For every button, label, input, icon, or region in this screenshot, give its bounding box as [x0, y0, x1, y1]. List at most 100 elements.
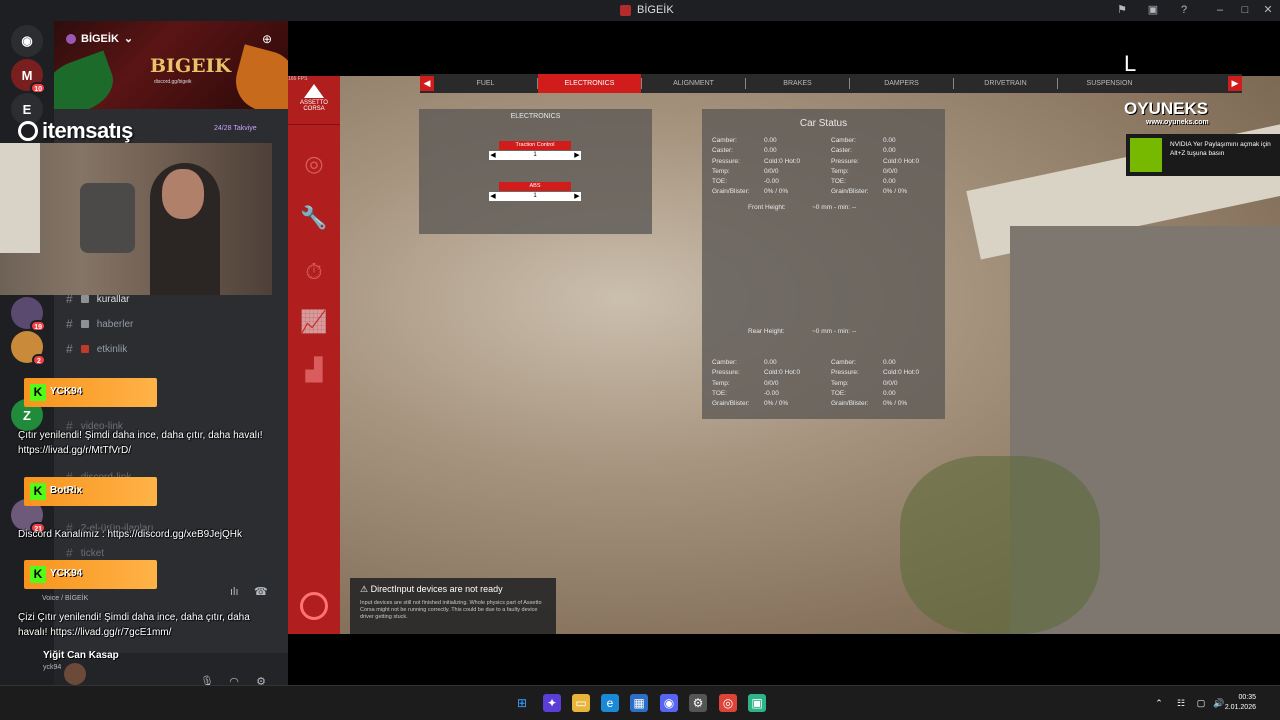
edge-icon[interactable]: e: [601, 694, 619, 712]
tyre-stat-value: -0.00: [764, 389, 779, 397]
channel-emoji-icon: [80, 345, 89, 353]
tyre-stat-label: Camber:: [712, 359, 737, 366]
tyre-stat-value: 0.00: [883, 178, 896, 186]
tab-alignment[interactable]: ALIGNMENT: [642, 74, 745, 93]
increase-arrow-icon[interactable]: ▶: [573, 151, 581, 160]
network-icon[interactable]: ☷: [1172, 694, 1190, 712]
avatar[interactable]: [64, 663, 86, 685]
tyre-stat-value: 0.00: [764, 137, 777, 144]
channel-etkinlik[interactable]: # etkinlik: [66, 341, 127, 357]
help-icon[interactable]: ?: [1176, 3, 1192, 18]
tyre-stat-row: Temp: 0/0/0: [712, 167, 800, 177]
tyre-stat-row: Pressure: Cold:0 Hot:0: [831, 157, 919, 167]
abs-value[interactable]: 1: [497, 192, 573, 201]
tyre-stat-value: Cold:0 Hot:0: [764, 157, 801, 165]
tab-brakes[interactable]: BRAKES: [746, 74, 849, 93]
tyre-stat-row: Grain/Blister: 0% / 0%: [712, 399, 800, 409]
minimize-icon[interactable]: –: [1212, 3, 1228, 18]
display-icon[interactable]: ▢: [1192, 694, 1210, 712]
chat-message: Çıtır yenilendi! Şimdi daha ince, daha ç…: [18, 430, 263, 456]
traction-control-value[interactable]: 1: [497, 151, 573, 160]
server-avatar-icon[interactable]: 19: [11, 297, 46, 332]
podium-icon[interactable]: ▟: [294, 350, 334, 390]
discord-icon[interactable]: ◉: [11, 25, 43, 57]
inbox-icon[interactable]: ▣: [1145, 3, 1161, 18]
folder-icon[interactable]: ▭: [572, 694, 590, 712]
close-icon[interactable]: ✕: [1260, 3, 1276, 18]
rear-height-value: ~0 mm - min: --: [812, 328, 857, 335]
telemetry-icon[interactable]: 📈: [294, 302, 334, 342]
panel-title: Car Status: [799, 118, 848, 129]
tab-suspension[interactable]: SUSPENSION: [1058, 74, 1161, 93]
tab-next-arrow-icon[interactable]: ▶: [1228, 76, 1242, 91]
tyre-stat-value: 0.00: [883, 389, 896, 397]
disconnect-icon[interactable]: ☎: [254, 585, 268, 598]
decrease-arrow-icon[interactable]: ◀: [489, 151, 497, 160]
server-avatar-icon[interactable]: 2: [11, 331, 46, 366]
tyre-stat-label: Pressure:: [712, 369, 740, 377]
tyre-stat-label: Camber:: [712, 137, 737, 144]
tab-drivetrain[interactable]: DRIVETRAIN: [954, 74, 1057, 93]
channel-ticket[interactable]: # ticket: [66, 545, 104, 561]
app-icon[interactable]: ▣: [748, 694, 766, 712]
front-left-tyre: Camber: 0.00 Caster: 0.00 Pressure: Cold:0 Ho…: [712, 136, 800, 198]
tyre-stat-value: 0.00: [883, 359, 896, 366]
increase-arrow-icon[interactable]: ▶: [573, 192, 581, 201]
tyre-stat-label: Pressure:: [831, 157, 859, 165]
banner-sub: discord.gg/bigeik: [154, 79, 192, 85]
tyre-stat-value: 0.00: [764, 147, 777, 155]
server-name: BİGEİK: [81, 32, 119, 45]
taskbar: ⊞ ✦ ▭ e ▦ ◉ ⚙ ◎ ▣ ⌃ ☷ ▢ 🔊 00:35 2.01.202…: [0, 685, 1280, 720]
tab-prev-arrow-icon[interactable]: ◀: [420, 76, 434, 91]
tyre-stat-value: 0/0/0: [883, 167, 898, 175]
copilot-icon[interactable]: ✦: [543, 694, 561, 712]
mention-badge: 2: [32, 354, 46, 366]
settings-icon[interactable]: ⚙: [689, 694, 707, 712]
server-icon: [66, 33, 76, 44]
server-m-icon[interactable]: M 10: [11, 59, 46, 94]
server-name-button[interactable]: BİGEİK ⌄: [66, 32, 133, 45]
wrench-icon[interactable]: 🔧: [294, 198, 334, 238]
scene-grass: [900, 456, 1100, 634]
tyre-stat-row: Grain/Blister: 0% / 0%: [831, 187, 919, 197]
tyre-stat-row: TOE: 0.00: [831, 177, 919, 187]
clock[interactable]: 00:35 2.01.2026: [1225, 693, 1256, 713]
tyre-stat-row: TOE: -0.00: [712, 177, 800, 187]
tab-electronics[interactable]: ELECTRONICS: [538, 74, 641, 93]
tyre-stat-label: TOE:: [831, 178, 847, 186]
invite-icon[interactable]: ⊕: [262, 32, 272, 46]
desktop: BİGEİK ⚑ ▣ ? – □ ✕ ◉ M 10 E 19 2 Z 21 BIG…: [0, 0, 1280, 720]
decrease-arrow-icon[interactable]: ◀: [489, 192, 497, 201]
steering-wheel-icon[interactable]: ◎: [294, 144, 334, 184]
tyre-stat-row: TOE: 0.00: [831, 389, 919, 399]
channel-haberler[interactable]: # haberler: [66, 316, 133, 332]
tyre-stat-label: Caster:: [712, 147, 733, 155]
power-icon[interactable]: [300, 592, 328, 620]
chrome-icon[interactable]: ◎: [719, 694, 737, 712]
webcam-chair: [80, 183, 135, 253]
chat-alert: K YCK94: [24, 560, 157, 589]
tab-fuel[interactable]: FUEL: [434, 74, 537, 93]
itemsatis-logo: itemsatış: [18, 118, 133, 144]
maximize-icon[interactable]: □: [1237, 3, 1253, 18]
boost-progress[interactable]: 24/28 Takviye: [214, 125, 257, 132]
tyre-stat-label: Grain/Blister:: [831, 400, 869, 408]
pin-icon[interactable]: ⚑: [1114, 3, 1130, 18]
tyre-stat-row: Pressure: Cold:0 Hot:0: [831, 368, 919, 378]
hash-icon: #: [66, 317, 73, 331]
tyre-stat-label: Temp:: [831, 167, 849, 175]
chevron-up-icon[interactable]: ⌃: [1150, 694, 1168, 712]
tab-dampers[interactable]: DAMPERS: [850, 74, 953, 93]
corner-mark: L: [1124, 51, 1137, 76]
tyre-stat-value: 0% / 0%: [764, 400, 789, 408]
soundboard-icon[interactable]: ılı: [230, 586, 239, 598]
rear-right-tyre: Camber: 0.00 Pressure: Cold:0 Hot:0 Temp: 0/0…: [831, 358, 919, 409]
windows-icon[interactable]: ⊞: [513, 694, 531, 712]
tyre-stat-row: Grain/Blister: 0% / 0%: [712, 187, 800, 197]
nvidia-notification[interactable]: NVIDIA Yer Paylaşımını açmak için Alt+Z …: [1126, 134, 1280, 176]
window-title-text: BİGEİK: [637, 4, 674, 16]
discord-icon[interactable]: ◉: [660, 694, 678, 712]
warning-detail: Input devices are still not finished ini…: [360, 600, 542, 620]
stopwatch-icon[interactable]: ⏱: [294, 252, 334, 292]
store-icon[interactable]: ▦: [630, 694, 648, 712]
